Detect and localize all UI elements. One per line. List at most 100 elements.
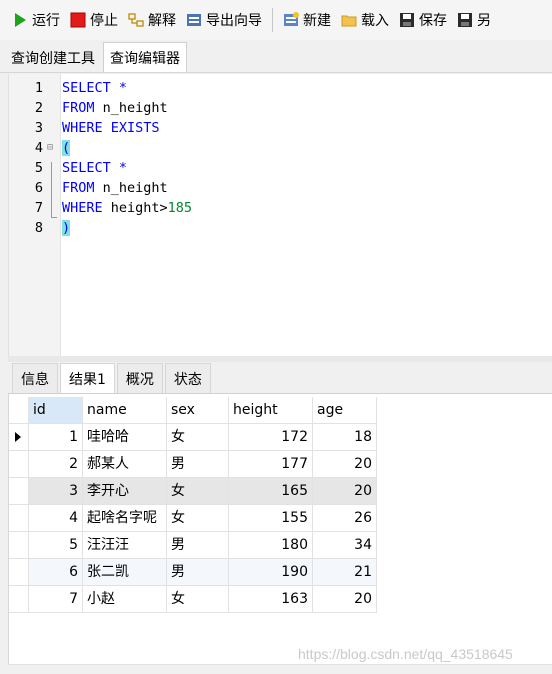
line-number: 4 [34, 140, 43, 156]
cell-height[interactable]: 190 [229, 559, 313, 586]
code-text: SELECT * [62, 80, 128, 96]
grid-header: id name sex height age [9, 397, 377, 424]
cell-age[interactable]: 18 [313, 424, 377, 451]
table-row[interactable]: 5 汪汪汪 男 180 34 [9, 532, 377, 559]
cell-age[interactable]: 20 [313, 586, 377, 613]
load-icon [341, 12, 357, 28]
cell-name[interactable]: 小赵 [83, 586, 167, 613]
column-header-height[interactable]: height [229, 397, 313, 424]
fold-toggle-icon[interactable]: ⊟ [47, 138, 53, 158]
tab-query-builder[interactable]: 查询创建工具 [4, 42, 102, 72]
column-header-sex[interactable]: sex [167, 397, 229, 424]
cell-id[interactable]: 6 [29, 559, 83, 586]
cell-sex[interactable]: 女 [167, 505, 229, 532]
cell-id[interactable]: 4 [29, 505, 83, 532]
line-number: 2 [34, 100, 43, 116]
sql-editor[interactable]: 1 SELECT * 2 FROM n_height 3 WHERE EXIST… [8, 74, 552, 356]
cell-height[interactable]: 155 [229, 505, 313, 532]
cell-age[interactable]: 20 [313, 451, 377, 478]
horizontal-scrollbar[interactable] [8, 664, 552, 674]
cell-sex[interactable]: 男 [167, 559, 229, 586]
keyword: WHERE [62, 200, 103, 216]
code-line: 6 FROM n_height [9, 178, 552, 198]
cell-id[interactable]: 7 [29, 586, 83, 613]
cell-age[interactable]: 21 [313, 559, 377, 586]
code-line: 2 FROM n_height [9, 98, 552, 118]
cell-height[interactable]: 172 [229, 424, 313, 451]
row-indicator-header [9, 397, 29, 424]
cell-name[interactable]: 张二凯 [83, 559, 167, 586]
cell-sex[interactable]: 女 [167, 478, 229, 505]
table-row[interactable]: 4 起啥名字呢 女 155 26 [9, 505, 377, 532]
result-grid: id name sex height age 1 哇哈哈 女 172 18 2 … [8, 394, 552, 674]
tab-result1[interactable]: 结果1 [60, 363, 115, 393]
tab-info[interactable]: 信息 [12, 363, 58, 393]
watermark: https://blog.csdn.net/qq_43518645 [298, 646, 513, 662]
cell-sex[interactable]: 女 [167, 424, 229, 451]
table-row[interactable]: 7 小赵 女 163 20 [9, 586, 377, 613]
new-label: 新建 [303, 13, 331, 29]
export-wizard-button[interactable]: 导出向导 [182, 7, 266, 33]
cell-id[interactable]: 2 [29, 451, 83, 478]
cell-id[interactable]: 3 [29, 478, 83, 505]
explain-button[interactable]: 解释 [124, 7, 180, 33]
row-indicator[interactable] [9, 424, 29, 451]
code-text: WHERE height>185 [62, 198, 192, 218]
tab-query-editor[interactable]: 查询编辑器 [103, 42, 187, 72]
cell-sex[interactable]: 女 [167, 586, 229, 613]
keyword: FROM [62, 100, 95, 116]
cell-name[interactable]: 李开心 [83, 478, 167, 505]
code-text: WHERE EXISTS [62, 120, 160, 136]
cell-name[interactable]: 哇哈哈 [83, 424, 167, 451]
cell-id[interactable]: 1 [29, 424, 83, 451]
run-button[interactable]: 运行 [8, 7, 64, 33]
cell-sex[interactable]: 男 [167, 532, 229, 559]
column-header-age[interactable]: age [313, 397, 377, 424]
code-text: SELECT * [62, 160, 128, 176]
code-line: 1 SELECT * [9, 78, 552, 98]
row-indicator[interactable] [9, 532, 29, 559]
cell-name[interactable]: 郝某人 [83, 451, 167, 478]
line-number: 7 [34, 200, 43, 216]
row-indicator[interactable] [9, 478, 29, 505]
cell-height[interactable]: 177 [229, 451, 313, 478]
column-header-name[interactable]: name [83, 397, 167, 424]
stop-button[interactable]: 停止 [66, 7, 122, 33]
cell-name[interactable]: 汪汪汪 [83, 532, 167, 559]
line-number: 6 [34, 180, 43, 196]
cell-height[interactable]: 163 [229, 586, 313, 613]
tab-profile[interactable]: 概况 [116, 363, 163, 393]
table-row[interactable]: 1 哇哈哈 女 172 18 [9, 424, 377, 451]
row-indicator[interactable] [9, 586, 29, 613]
row-indicator[interactable] [9, 505, 29, 532]
cell-sex[interactable]: 男 [167, 451, 229, 478]
save-as-label: 另 [477, 13, 491, 29]
cell-age[interactable]: 26 [313, 505, 377, 532]
line-number: 1 [34, 80, 43, 96]
table-row[interactable]: 6 张二凯 男 190 21 [9, 559, 377, 586]
explain-icon [128, 12, 144, 28]
result-tabs: 信息 结果1 概况 状态 [8, 362, 552, 394]
table-row[interactable]: 3 李开心 女 165 20 [9, 478, 377, 505]
code-text: ) [62, 218, 71, 238]
cell-name[interactable]: 起啥名字呢 [83, 505, 167, 532]
table-row[interactable]: 2 郝某人 男 177 20 [9, 451, 377, 478]
column-header-id[interactable]: id [29, 397, 83, 424]
tab-status[interactable]: 状态 [164, 363, 211, 393]
line-number: 8 [34, 220, 43, 236]
save-as-icon [457, 12, 473, 28]
code-line: 7 WHERE height>185 [9, 198, 552, 218]
row-indicator[interactable] [9, 559, 29, 586]
save-button[interactable]: 保存 [395, 7, 451, 33]
cell-age[interactable]: 34 [313, 532, 377, 559]
cell-id[interactable]: 5 [29, 532, 83, 559]
cell-age[interactable]: 20 [313, 478, 377, 505]
toolbar-separator [272, 8, 273, 32]
save-as-button[interactable]: 另 [453, 7, 495, 33]
new-button[interactable]: 新建 [279, 7, 335, 33]
load-button[interactable]: 载入 [337, 7, 393, 33]
row-indicator[interactable] [9, 451, 29, 478]
cell-height[interactable]: 180 [229, 532, 313, 559]
cell-height[interactable]: 165 [229, 478, 313, 505]
number-literal: 185 [167, 200, 193, 216]
